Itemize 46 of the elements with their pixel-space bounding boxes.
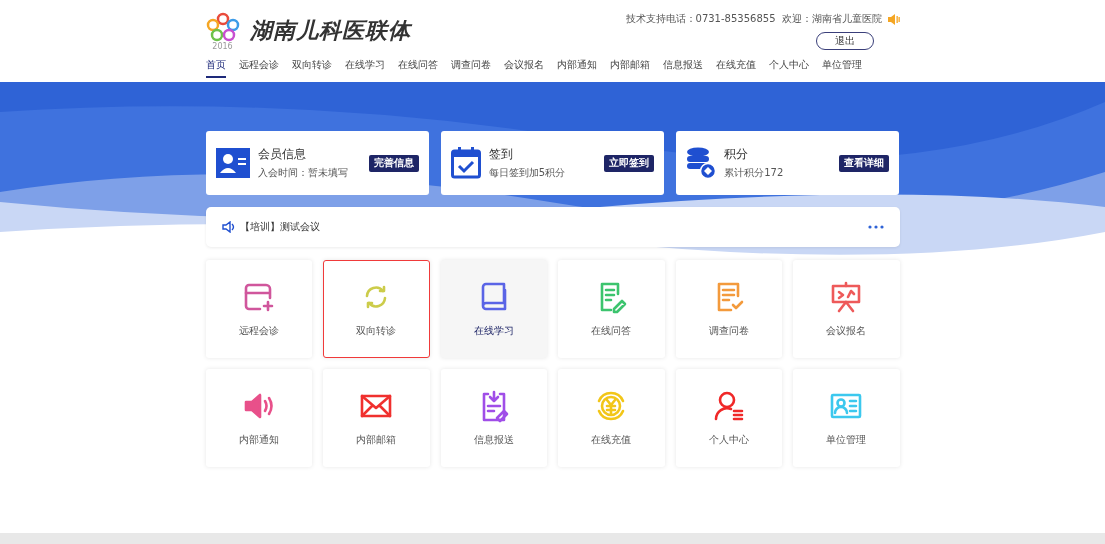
nav-tab[interactable]: 调查问卷 (450, 58, 491, 78)
nav-tab[interactable]: 个人中心 (768, 58, 809, 78)
speaker-icon (221, 221, 236, 233)
card-subtitle: 累计积分172 (724, 166, 785, 180)
nav-tab[interactable]: 首页 (205, 58, 226, 78)
card-button[interactable]: 查看详细 (839, 154, 890, 172)
nav-tab[interactable]: 单位管理 (821, 58, 862, 78)
logo-icon (205, 12, 240, 42)
card-title: 积分 (724, 146, 750, 163)
id-card-icon (215, 148, 250, 178)
more-icon[interactable] (867, 225, 884, 229)
nav-tab[interactable]: 在线学习 (344, 58, 385, 78)
logo-year: 2016 (212, 42, 233, 51)
logout-button[interactable]: 退出 (815, 32, 874, 50)
calendar-check-icon (450, 147, 481, 179)
card-subtitle: 入会时间：暂未填写 (257, 166, 349, 180)
menu-tile[interactable]: 个人中心 (675, 369, 782, 467)
nav-tab[interactable]: 在线充值 (715, 58, 756, 78)
menu-tile[interactable]: 信息报送 (440, 369, 547, 467)
menu-tile[interactable]: 在线问答 (558, 260, 665, 358)
welcome-text: 欢迎：湖南省儿童医院 (781, 12, 882, 26)
site-title: 湖南儿科医联体 (249, 17, 411, 45)
menu-tile[interactable]: 调查问卷 (675, 260, 782, 358)
card-button[interactable]: 立即签到 (604, 154, 655, 172)
nav-tab[interactable]: 内部通知 (556, 58, 597, 78)
nav-tab[interactable]: 内部邮箱 (609, 58, 650, 78)
menu-tile[interactable]: 会议报名 (793, 260, 900, 358)
card-title: 签到 (488, 146, 514, 163)
menu-tile[interactable]: 在线学习 (440, 260, 547, 358)
nav-tab[interactable]: 远程会诊 (238, 58, 279, 78)
menu-tile[interactable]: 在线充值 (558, 369, 665, 467)
notice-text[interactable]: 【培训】测试会议 (239, 220, 864, 234)
support-phone: 技术支持电话：0731-85356855 (625, 12, 776, 26)
menu-tile[interactable]: 远程会诊 (205, 260, 312, 358)
menu-tile[interactable]: 内部邮箱 (323, 369, 430, 467)
menu-tile[interactable]: 双向转诊 (323, 260, 430, 358)
nav-tab[interactable]: 双向转诊 (291, 58, 332, 78)
coins-icon (686, 147, 717, 179)
card-title: 会员信息 (257, 146, 307, 163)
nav-tab[interactable]: 会议报名 (503, 58, 544, 78)
menu-tile[interactable]: 单位管理 (793, 369, 900, 467)
nav-tab[interactable]: 信息报送 (662, 58, 703, 78)
nav-tab[interactable]: 在线问答 (397, 58, 438, 78)
card-button[interactable]: 完善信息 (368, 154, 419, 172)
card-subtitle: 每日签到加5积分 (488, 166, 567, 180)
menu-tile[interactable]: 内部通知 (205, 369, 312, 467)
